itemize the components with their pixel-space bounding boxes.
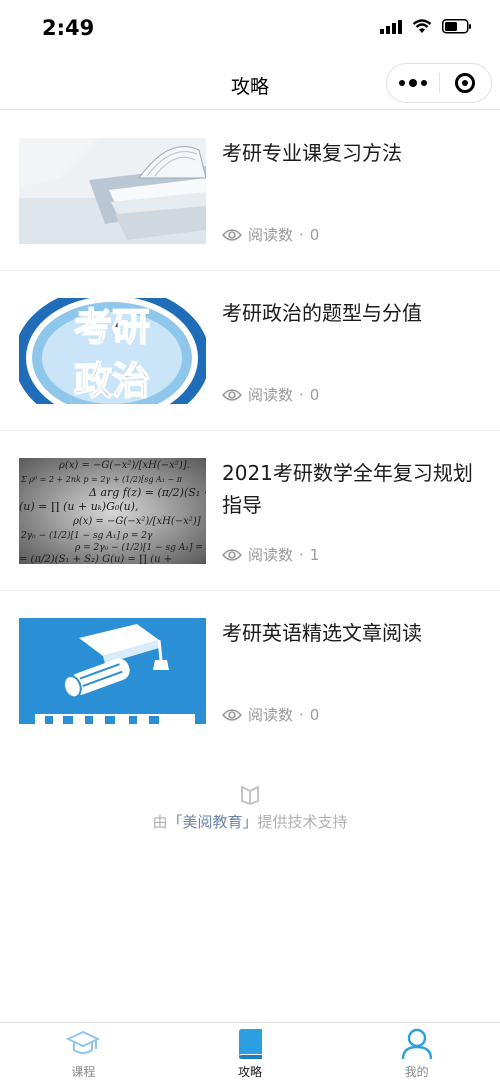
tab-label: 攻略: [238, 1065, 263, 1079]
book-icon: [232, 1027, 268, 1061]
article-title: 考研政治的题型与分值: [222, 301, 422, 325]
svg-text:(u) = ∏ (u + uₖ)G₀(u),: (u) = ∏ (u + uₖ)G₀(u),: [19, 500, 138, 513]
svg-text:= (π/2)(S₁ + S₂) G(u) = ∏ (u: = (π/2)(S₁ + S₂) G(u) = ∏ (u +: [19, 554, 172, 564]
meiyue-logo-icon: [241, 785, 259, 805]
article-title: 2021考研数学全年复习规划指导: [222, 461, 473, 517]
svg-text:ρ(x) = −G(−x²)/[xH(−x²)]: ρ(x) = −G(−x²)/[xH(−x²)]: [72, 516, 201, 527]
tab-guides[interactable]: 攻略: [167, 1023, 334, 1082]
read-count-label: 阅读数: [248, 546, 294, 564]
article-thumbnail: ρ(x) = −G(−x²)/[xH(−x²)]. Σ ρ⁰ = 2 + 2nk…: [19, 458, 206, 564]
read-count-separator: ·: [299, 705, 304, 724]
read-count-value: 0: [309, 225, 320, 244]
status-icons: [380, 19, 472, 34]
read-count: 阅读数 · 0: [222, 704, 319, 725]
math-formulas-image: ρ(x) = −G(−x²)/[xH(−x²)]. Σ ρ⁰ = 2 + 2nk…: [19, 458, 206, 564]
politics-badge-image: 考研 政治: [19, 298, 206, 404]
read-count-value: 0: [309, 385, 320, 404]
read-count-label: 阅读数: [248, 386, 294, 404]
article-thumbnail: [19, 618, 206, 724]
eye-icon: [222, 548, 242, 561]
eye-icon: [222, 388, 242, 401]
navigation-bar: 攻略: [0, 60, 500, 110]
article-title: 考研英语精选文章阅读: [222, 621, 422, 645]
user-icon: [399, 1027, 435, 1061]
tech-support-suffix: 提供技术支持: [257, 813, 348, 831]
graduation-cap-image: [19, 618, 206, 724]
cellular-signal-icon: [380, 19, 402, 34]
read-count-separator: ·: [299, 225, 304, 244]
more-dots-icon: [398, 80, 405, 86]
eye-icon: [222, 228, 242, 241]
tech-support-footer: 由「美阅教育」提供技术支持: [0, 783, 500, 832]
tab-mine[interactable]: 我的: [333, 1023, 500, 1082]
svg-text:Σ ρ⁰ = 2 + 2nk p = 2γ + (1/2): Σ ρ⁰ = 2 + 2nk p = 2γ + (1/2)[sg A₁ − π: [20, 475, 183, 484]
read-count-value: 0: [309, 705, 320, 724]
thumbnail-text-line1: 考研: [74, 305, 150, 349]
open-book-image: [19, 138, 206, 244]
article-item[interactable]: 考研英语精选文章阅读 阅读数 · 0: [0, 591, 500, 751]
tab-label: 我的: [404, 1065, 429, 1079]
close-mini-program-button[interactable]: [439, 64, 491, 102]
more-dots-icon-right: [420, 80, 427, 86]
more-dots-icon-center: [408, 79, 417, 87]
article-item[interactable]: 考研 政治 考研政治的题型与分值 阅读数 · 0: [0, 271, 500, 431]
article-title: 考研专业课复习方法: [222, 141, 402, 165]
svg-text:Δ arg f(z) = (π/2)(S₁ +: Δ arg f(z) = (π/2)(S₁ +: [88, 486, 206, 499]
tab-courses[interactable]: 课程: [0, 1023, 167, 1082]
more-menu-button[interactable]: [387, 64, 439, 102]
svg-text:2γ₀ − (1/2)[1 − sg A₁] ρ = 2γ: 2γ₀ − (1/2)[1 − sg A₁] ρ = 2γ: [20, 530, 153, 541]
read-count-separator: ·: [299, 385, 304, 404]
bottom-tab-bar: 课程 攻略 我的: [0, 1022, 500, 1082]
article-item[interactable]: 考研专业课复习方法 阅读数 · 0: [0, 111, 500, 271]
target-icon: [455, 73, 476, 93]
thumbnail-text-line2: 政治: [74, 359, 150, 403]
read-count: 阅读数 · 0: [222, 384, 319, 405]
svg-text:ρ(x) = −G(−x²)/[xH(−x²)].: ρ(x) = −G(−x²)/[xH(−x²)].: [58, 460, 190, 471]
tech-support-prefix: 由: [152, 813, 168, 831]
article-thumbnail: [19, 138, 206, 244]
mini-program-capsule: [386, 63, 492, 103]
read-count-label: 阅读数: [248, 226, 294, 244]
graduation-cap-icon: [65, 1027, 101, 1061]
svg-text:ρ = 2γ₀ − (1/2)[1 − sg A₁] = π: ρ = 2γ₀ − (1/2)[1 − sg A₁] = π: [74, 542, 206, 553]
article-list: 考研专业课复习方法 阅读数 · 0 考研 政治 考研政治的题型与分值 阅读数 · 0: [0, 111, 500, 751]
read-count: 阅读数 · 1: [222, 544, 319, 565]
read-count-value: 1: [309, 545, 320, 564]
read-count-separator: ·: [299, 545, 304, 564]
status-time: 2:49: [42, 16, 95, 40]
article-thumbnail: 考研 政治: [19, 298, 206, 404]
tab-label: 课程: [71, 1065, 96, 1079]
tech-support-text: 由「美阅教育」提供技术支持: [0, 811, 500, 832]
read-count: 阅读数 · 0: [222, 224, 319, 245]
battery-icon: [442, 19, 471, 34]
article-item[interactable]: ρ(x) = −G(−x²)/[xH(−x²)]. Σ ρ⁰ = 2 + 2nk…: [0, 431, 500, 591]
status-bar: 2:49: [0, 0, 500, 60]
wifi-icon: [412, 19, 432, 33]
tech-support-brand[interactable]: 「美阅教育」: [167, 813, 257, 831]
eye-icon: [222, 708, 242, 721]
read-count-label: 阅读数: [248, 706, 294, 724]
